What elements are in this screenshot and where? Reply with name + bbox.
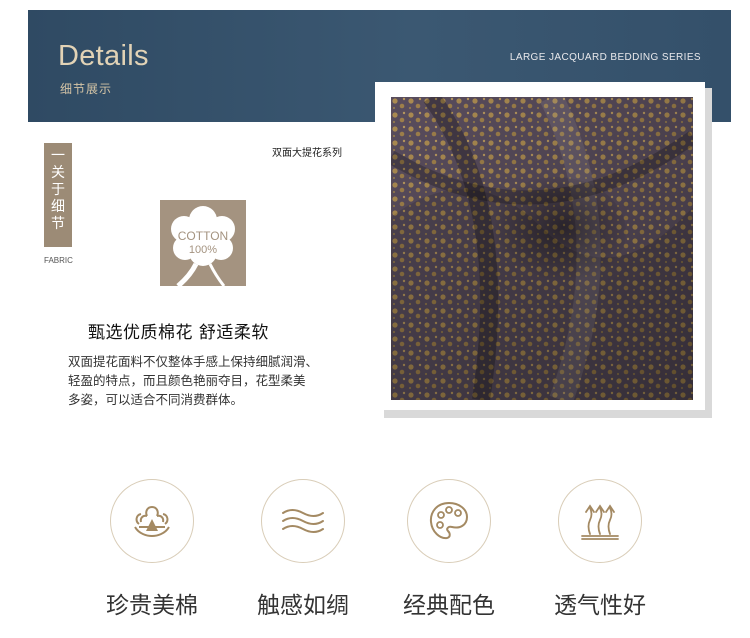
cotton-flower-icon [134,506,170,538]
feature-palette [407,479,491,563]
about-details-tag: 一 关 于 细 节 [44,143,72,247]
palette-icon [429,501,469,540]
feature-silk [261,479,345,563]
feature-breathable [558,479,642,563]
feature-label: 透气性好 [554,593,646,619]
description-line: 双面提花面料不仅整体手感上保持细腻润滑、 [68,354,319,369]
feature-headline: 甄选优质棉花 舒适柔软 [88,323,269,343]
tag-char: 节 [51,216,65,232]
tag-char: 关 [51,165,65,181]
fabric-caption: FABRIC [44,256,73,265]
cotton-badge-line2: 100% [189,244,217,256]
feature-label: 珍贵美棉 [106,593,198,619]
description-line: 轻盈的特点，而且颜色艳丽夺目，花型柔美 [68,373,306,388]
breathable-arrows-icon [581,504,619,540]
description-line: 多姿，可以适合不同消费群体。 [68,392,244,407]
fabric-closeup-photo [391,97,693,400]
cotton-badge-line1: COTTON [178,229,228,243]
series-chinese-label: 双面大提花系列 [272,148,342,159]
page-title: Details [58,40,149,72]
series-english-label: LARGE JACQUARD BEDDING SERIES [509,52,701,63]
cotton-boll-icon: COTTON 100% [171,206,235,286]
fabric-description: 双面提花面料不仅整体手感上保持细腻润滑、 轻盈的特点，而且颜色艳丽夺目，花型柔美… [68,352,368,409]
tag-char: 一 [51,148,65,164]
tag-char: 细 [51,199,65,215]
feature-label: 经典配色 [403,593,495,619]
cotton-100-badge: COTTON 100% [160,200,246,286]
feature-cotton [110,479,194,563]
tag-char: 于 [51,182,65,198]
page-subtitle: 细节展示 [60,82,113,96]
silk-waves-icon [282,509,324,533]
feature-label: 触感如绸 [257,593,349,619]
